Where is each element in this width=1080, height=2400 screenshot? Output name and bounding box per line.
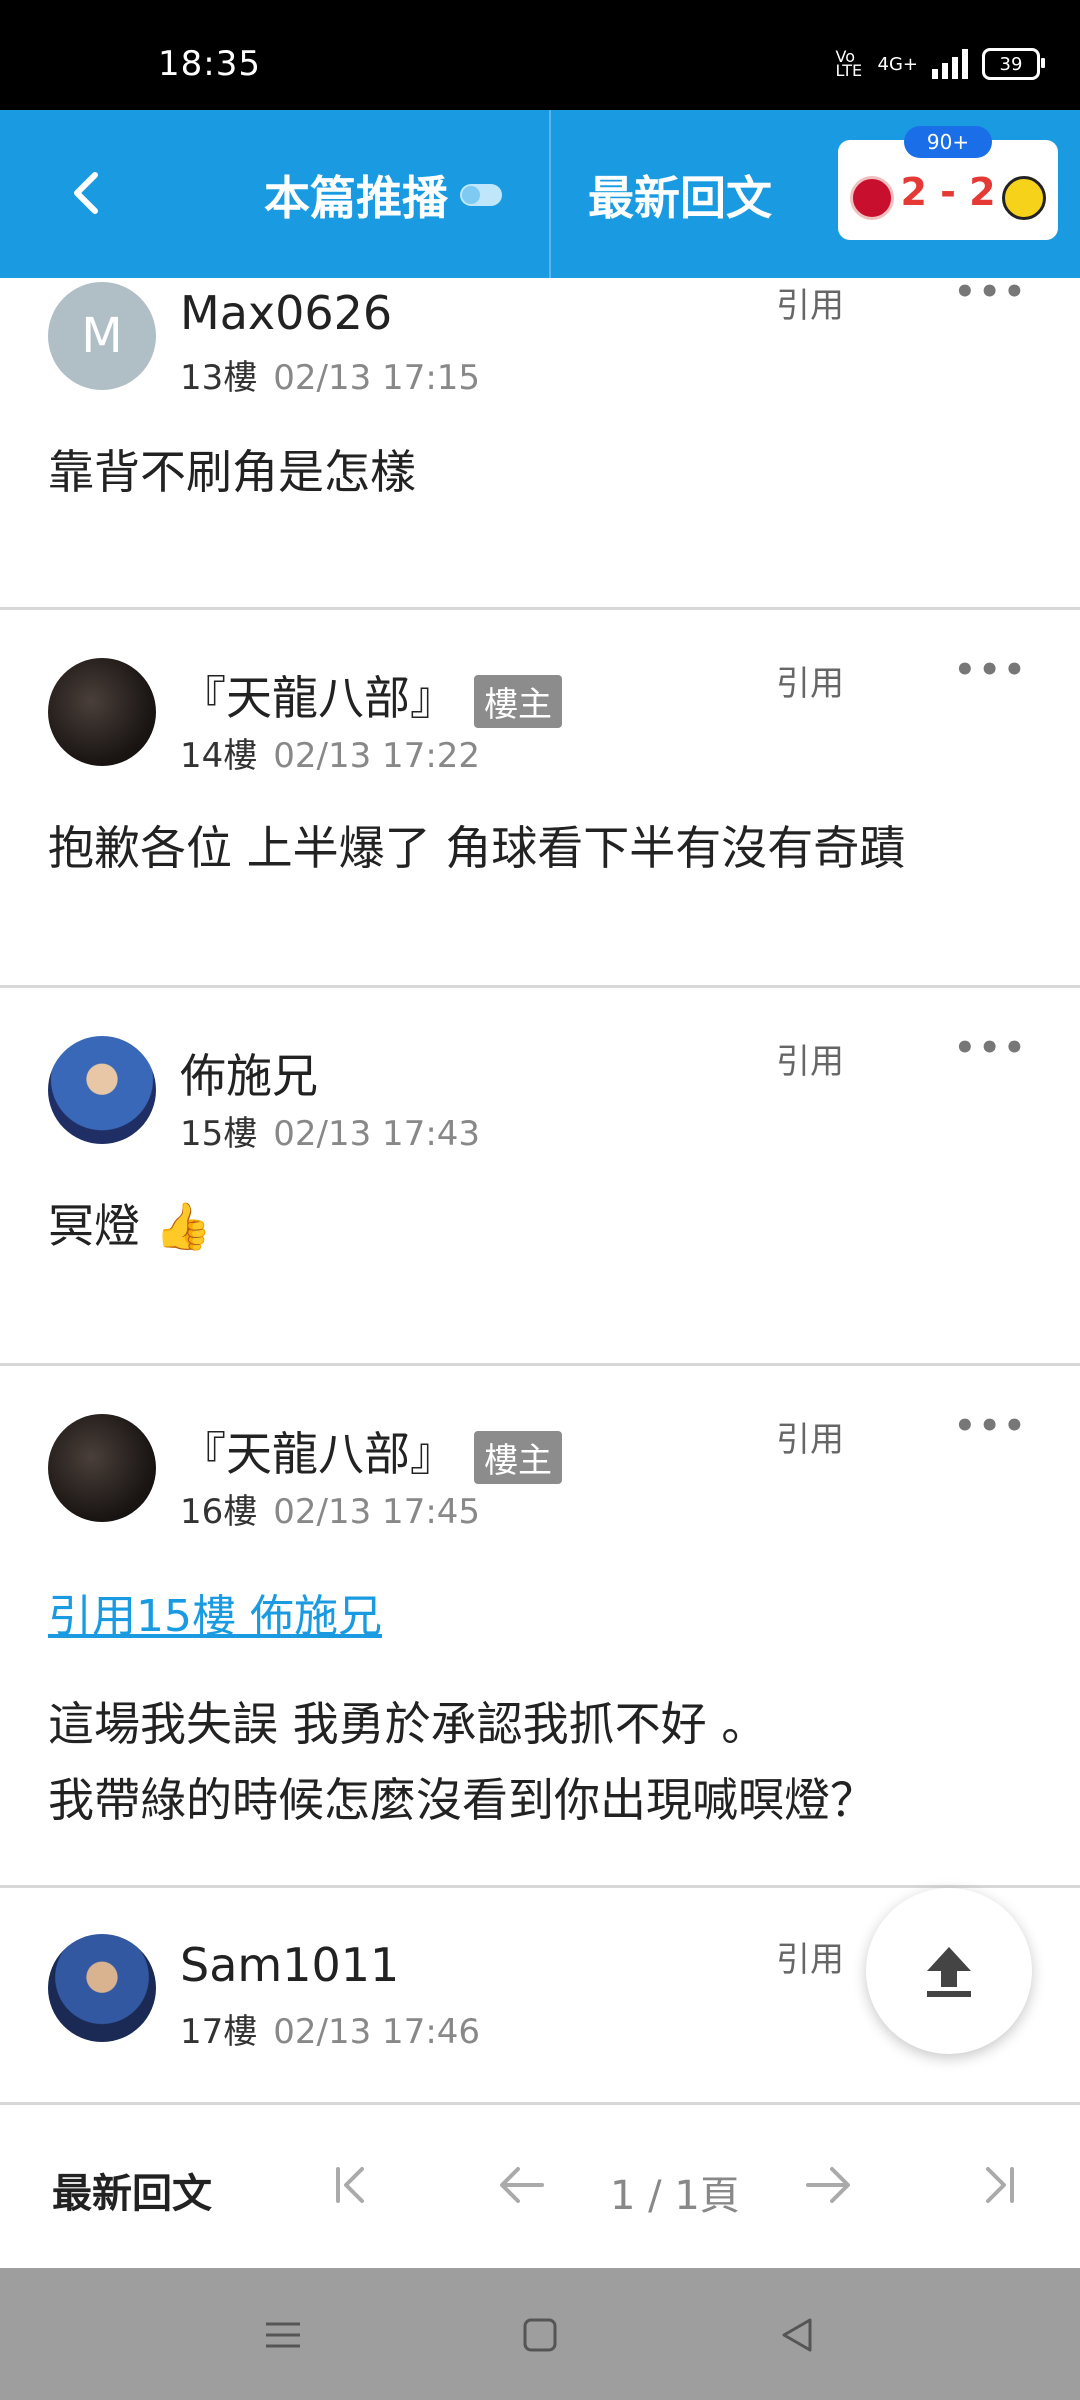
content-line: 這場我失誤 我勇於承認我抓不好 。 [48,1697,768,1751]
post-time: 02/13 17:15 [273,358,481,398]
scroll-to-top-icon [927,1947,971,1997]
next-page-button[interactable] [798,2155,858,2215]
more-options-icon[interactable]: ••• [954,650,1028,690]
post-floor-13: M Max0626 13樓 02/13 17:15 引用 ••• 靠背不刷角是怎樣 [0,272,1080,610]
post-content: 抱歉各位 上半爆了 角球看下半有沒有奇蹟 [48,821,906,875]
username[interactable]: Max0626 [180,286,392,340]
status-bar: 18:35 Vo LTE 4G+ 39 [0,0,1080,110]
more-options-icon[interactable]: ••• [954,272,1028,312]
page-indicator[interactable]: 1 / 1頁 [610,2163,740,2221]
username[interactable]: 佈施兄 [180,1040,318,1106]
username[interactable]: 『天龍八部』 [180,1427,456,1481]
next-page-icon [806,2167,850,2203]
avatar[interactable]: M [48,282,156,390]
header-divider [549,110,551,278]
username[interactable]: Sam1011 [180,1938,399,1992]
post-meta: 15樓 02/13 17:43 [180,1106,480,1155]
floor-number: 13樓 [180,358,258,398]
post-content: 冥燈 👍 [48,1199,212,1253]
thread-owner-badge: 樓主 [474,1431,562,1484]
system-nav-bar [0,2268,1080,2400]
post-meta: 13樓 02/13 17:15 [180,350,480,399]
first-page-icon [336,2167,364,2203]
scroll-to-top-button[interactable] [866,1888,1032,2054]
floor-number: 15樓 [180,1114,258,1154]
menu-icon [266,2322,300,2348]
username-row: 『天龍八部』 樓主 [180,1418,562,1484]
match-score: 2 - 2 [900,170,996,214]
quote-button[interactable]: 引用 [776,1412,844,1461]
chevron-left-icon [74,172,98,214]
push-notification-label[interactable]: 本篇推播 [264,162,448,228]
avatar[interactable] [48,1414,156,1522]
post-meta: 17樓 02/13 17:46 [180,2004,480,2053]
post-time: 02/13 17:43 [273,1114,481,1154]
more-options-icon[interactable]: ••• [954,1028,1028,1068]
latest-replies-button[interactable]: 最新回文 [588,162,772,228]
username[interactable]: 『天龍八部』 [180,671,456,725]
top-bar: 本篇推播 最新回文 90+ 2 - 2 [0,110,1080,278]
quote-button[interactable]: 引用 [776,278,844,327]
home-team-logo [850,176,894,220]
network-type: 4G+ [877,53,918,75]
post-content: 這場我失誤 我勇於承認我抓不好 。 我帶綠的時候怎麼沒看到你出現喊暝燈？ [48,1686,876,1838]
prev-page-icon [500,2167,544,2203]
match-minute-badge: 90+ [904,126,992,158]
status-icons: Vo LTE 4G+ 39 [835,47,1045,80]
avatar[interactable] [48,1934,156,2042]
home-button[interactable] [515,2310,565,2360]
post-content: 靠背不刷角是怎樣 [48,445,416,499]
last-page-button[interactable] [968,2155,1028,2215]
post-time: 02/13 17:45 [273,1492,481,1532]
post-floor-15: 佈施兄 15樓 02/13 17:43 引用 ••• 冥燈 👍 [0,988,1080,1366]
post-floor-16: 『天龍八部』 樓主 16樓 02/13 17:45 引用 ••• 引用15樓 佈施兄… [0,1366,1080,1888]
quote-button[interactable]: 引用 [776,656,844,705]
post-time: 02/13 17:22 [273,736,481,776]
first-page-button[interactable] [322,2155,382,2215]
post-meta: 16樓 02/13 17:45 [180,1484,480,1533]
prev-page-button[interactable] [492,2155,552,2215]
signal-icon [932,49,968,79]
post-time: 02/13 17:46 [273,2012,481,2052]
live-score-card[interactable]: 90+ 2 - 2 [838,126,1058,240]
post-meta: 14樓 02/13 17:22 [180,728,480,777]
floor-number: 17樓 [180,2012,258,2052]
home-icon [523,2318,557,2352]
quote-button[interactable]: 引用 [776,1932,844,1981]
quoted-post-link[interactable]: 引用15樓 佈施兄 [48,1580,382,1644]
last-page-icon [986,2167,1014,2203]
latest-replies-link[interactable]: 最新回文 [52,2161,212,2219]
thread-owner-badge: 樓主 [474,675,562,728]
battery-icon: 39 [982,48,1045,80]
back-icon [782,2318,812,2352]
post-floor-14: 『天龍八部』 樓主 14樓 02/13 17:22 引用 ••• 抱歉各位 上半爆了… [0,610,1080,988]
avatar[interactable] [48,1036,156,1144]
more-options-icon[interactable]: ••• [954,1406,1028,1446]
content-line: 我帶綠的時候怎麼沒看到你出現喊暝燈？ [48,1773,876,1827]
volte-icon: Vo LTE [835,47,863,80]
away-team-logo [1002,176,1046,220]
avatar[interactable] [48,658,156,766]
floor-number: 14樓 [180,736,258,776]
recent-apps-button[interactable] [258,2310,308,2360]
quote-button[interactable]: 引用 [776,1034,844,1083]
push-toggle[interactable] [460,184,502,206]
back-button[interactable] [56,158,116,228]
clock: 18:35 [158,44,261,84]
floor-number: 16樓 [180,1492,258,1532]
back-nav-button[interactable] [772,2310,822,2360]
pagination-bar: 最新回文 1 / 1頁 [0,2102,1080,2271]
username-row: 『天龍八部』 樓主 [180,662,562,728]
